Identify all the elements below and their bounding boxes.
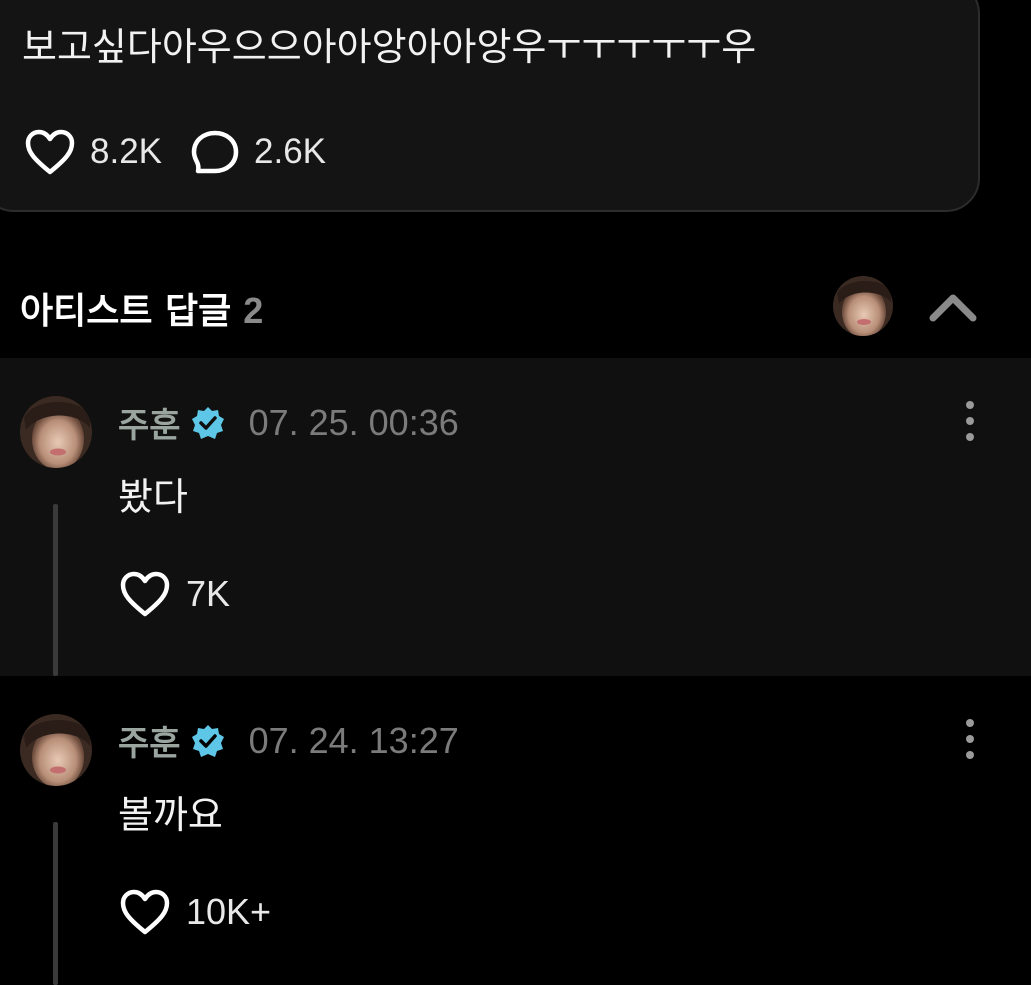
chevron-up-icon[interactable] [928, 288, 978, 324]
author-name[interactable]: 주훈 [118, 716, 181, 765]
reply-text: 봤다 [118, 475, 188, 519]
post-text: 보고싶다아우으으아아앙아아앙우ㅜㅜㅜㅜㅜ우 [22, 25, 757, 69]
thread-line [53, 822, 58, 985]
like-button[interactable]: 8.2K [24, 128, 162, 176]
vertical-dots-icon[interactable] [958, 718, 982, 760]
speech-bubble-icon [191, 130, 239, 174]
heart-icon [25, 129, 75, 175]
reply-item: 주훈 07. 25. 00:36 봤다 7K [0, 358, 1031, 676]
avatar[interactable] [20, 396, 92, 468]
reply-count: 2 [243, 290, 264, 331]
reply-meta: 주훈 07. 24. 13:27 [118, 716, 459, 765]
avatar[interactable] [20, 714, 92, 786]
reply-meta: 주훈 07. 25. 00:36 [118, 398, 459, 447]
reply-item: 주훈 07. 24. 13:27 볼까요 10K+ [0, 676, 1031, 985]
section-title-text: 아티스트 답글 [20, 291, 232, 332]
heart-icon [120, 889, 170, 935]
section-title: 아티스트 답글 2 [20, 282, 263, 334]
verified-badge-icon [191, 724, 224, 757]
verified-badge-icon [191, 406, 224, 439]
reply-date: 07. 25. 00:36 [248, 401, 459, 443]
avatar[interactable] [833, 276, 893, 336]
reply-text: 볼까요 [118, 793, 223, 837]
comment-button[interactable]: 2.6K [190, 128, 326, 176]
like-count: 10K+ [186, 891, 272, 932]
author-name[interactable]: 주훈 [118, 398, 181, 447]
like-button[interactable]: 10K+ [118, 888, 271, 936]
post-card: 보고싶다아우으으아아앙아아앙우ㅜㅜㅜㅜㅜ우 8.2K 2.6K [0, 0, 980, 212]
artist-replies-header[interactable]: 아티스트 답글 2 [0, 260, 1031, 352]
reply-date: 07. 24. 13:27 [248, 719, 459, 761]
like-button[interactable]: 7K [118, 570, 230, 618]
comment-count: 2.6K [254, 132, 326, 171]
like-count: 7K [186, 573, 231, 614]
like-count: 8.2K [90, 132, 162, 171]
post-actions: 8.2K 2.6K [24, 124, 326, 180]
vertical-dots-icon[interactable] [958, 400, 982, 442]
heart-icon [120, 571, 170, 617]
thread-line [53, 504, 58, 676]
